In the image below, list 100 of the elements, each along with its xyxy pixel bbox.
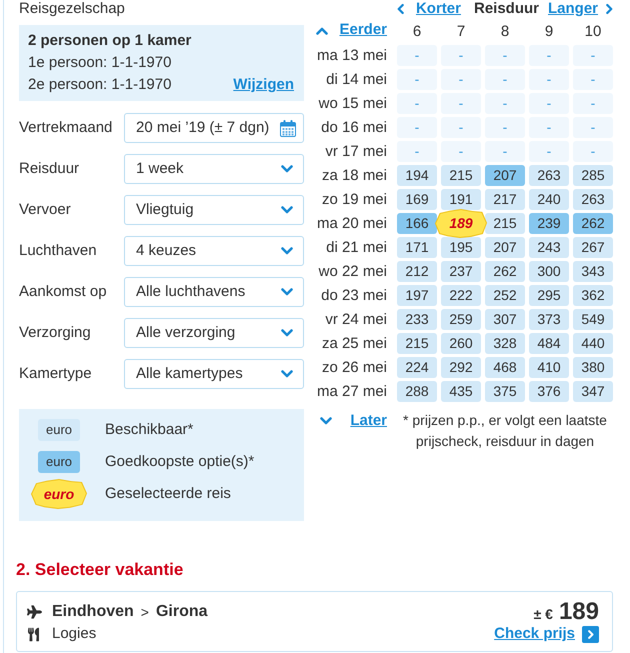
field-label: Vertrekmaand — [19, 118, 114, 138]
price-cell[interactable]: 288 — [397, 381, 437, 402]
origin-city: Eindhoven — [52, 602, 134, 622]
date-label: za 18 mei — [322, 166, 387, 186]
price-cell[interactable]: 380 — [573, 357, 613, 378]
longer-duration-link[interactable]: Langer — [548, 0, 598, 18]
price-cell[interactable]: 259 — [441, 309, 481, 330]
price-cell[interactable]: 191 — [441, 189, 481, 210]
date-label: di 14 mei — [326, 70, 387, 90]
dropdown-field[interactable]: 4 keuzes — [124, 236, 304, 266]
price-cell[interactable]: 212 — [397, 261, 437, 282]
legend-label: Geselecteerde reis — [105, 484, 231, 504]
chevron-up-icon[interactable] — [316, 27, 328, 35]
chevron-right-icon — [588, 630, 594, 638]
chevron-down-icon — [281, 288, 293, 296]
duration-title: Reisduur — [474, 0, 539, 18]
price-cell[interactable]: 171 — [397, 237, 437, 258]
price-cell[interactable]: 292 — [441, 357, 481, 378]
price-cell[interactable]: 263 — [529, 165, 569, 186]
price-cell[interactable]: 215 — [397, 333, 437, 354]
price-cell[interactable]: 484 — [529, 333, 569, 354]
selected-price-badge[interactable]: 189 — [435, 209, 487, 238]
shorter-duration-link[interactable]: Korter — [416, 0, 461, 18]
date-field[interactable]: 20 mei ’19 (± 7 dgn) — [124, 113, 304, 143]
price-cell[interactable]: 328 — [485, 333, 525, 354]
price-cell[interactable]: 166 — [397, 213, 437, 234]
column-header: 6 — [412, 23, 422, 41]
price-cell[interactable]: 237 — [441, 261, 481, 282]
legend-label: Goedkoopste optie(s)* — [105, 452, 254, 472]
price-cell[interactable]: 217 — [485, 189, 525, 210]
price-cell[interactable]: 300 — [529, 261, 569, 282]
chevron-down-icon — [281, 370, 293, 378]
price-cell[interactable]: 285 — [573, 165, 613, 186]
price-cell[interactable]: 262 — [485, 261, 525, 282]
price-cell[interactable]: 343 — [573, 261, 613, 282]
destination-city: Girona — [156, 602, 208, 622]
chevron-down-icon[interactable] — [320, 416, 332, 424]
price-cell[interactable]: 197 — [397, 285, 437, 306]
price-prefix: ± € — [534, 605, 553, 624]
price-cell[interactable]: 435 — [441, 381, 481, 402]
chevron-down-icon — [281, 329, 293, 337]
price-cell[interactable]: 347 — [573, 381, 613, 402]
price-cell[interactable]: 215 — [485, 213, 525, 234]
price-cell[interactable]: 440 — [573, 333, 613, 354]
chevron-down-icon — [281, 247, 293, 255]
price-cell[interactable]: 468 — [485, 357, 525, 378]
field-label: Aankomst op — [19, 282, 108, 302]
date-label: vr 24 mei — [325, 310, 387, 330]
chevron-right-icon[interactable] — [606, 3, 613, 15]
later-dates-link[interactable]: Later — [350, 412, 387, 430]
date-label: do 16 mei — [321, 118, 387, 138]
dropdown-field[interactable]: 1 week — [124, 154, 304, 184]
price-cell[interactable]: 362 — [573, 285, 613, 306]
dropdown-field[interactable]: Vliegtuig — [124, 195, 304, 225]
check-price-link[interactable]: Check prijs — [494, 622, 575, 646]
dropdown-field[interactable]: Alle verzorging — [124, 318, 304, 348]
price-cell[interactable]: 373 — [529, 309, 569, 330]
price-cell[interactable]: 262 — [573, 213, 613, 234]
price-cell[interactable]: 224 — [397, 357, 437, 378]
price-cell[interactable]: 195 — [441, 237, 481, 258]
price-tag-sample: euro — [38, 419, 80, 441]
date-label: di 21 mei — [326, 238, 387, 258]
section-label: Reisgezelschap — [19, 0, 126, 18]
dropdown-field[interactable]: Alle kamertypes — [124, 359, 304, 389]
price-cell[interactable]: 169 — [397, 189, 437, 210]
chevron-left-icon[interactable] — [397, 3, 404, 15]
date-label: ma 27 mei — [316, 382, 387, 402]
price-cell[interactable]: 233 — [397, 309, 437, 330]
price-cell[interactable]: 243 — [529, 237, 569, 258]
price-cell[interactable]: 410 — [529, 357, 569, 378]
board-type: Logies — [52, 624, 96, 644]
price-cell[interactable]: 549 — [573, 309, 613, 330]
price-cell[interactable]: 239 — [529, 213, 569, 234]
price-cell[interactable]: 295 — [529, 285, 569, 306]
date-label: ma 20 mei — [316, 214, 387, 234]
field-label: Vervoer — [19, 200, 72, 220]
section-heading: 2. Selecteer vakantie — [16, 560, 184, 580]
field-label: Reisduur — [19, 158, 80, 179]
price-cell[interactable]: 263 — [573, 189, 613, 210]
footnote: * prijzen p.p., er volgt een laatste prijscheck, reisduur in dagen — [402, 411, 608, 451]
price-cell[interactable]: 267 — [573, 237, 613, 258]
dropdown-field[interactable]: Alle luchthavens — [124, 277, 304, 307]
price-cell[interactable]: 252 — [485, 285, 525, 306]
earlier-dates-link[interactable]: Eerder — [339, 21, 387, 39]
price-cell[interactable]: 222 — [441, 285, 481, 306]
date-label: za 25 mei — [322, 334, 387, 354]
price-cell[interactable]: 307 — [485, 309, 525, 330]
price-cell[interactable]: 207 — [485, 165, 525, 186]
price-cell[interactable]: 260 — [441, 333, 481, 354]
price-cell[interactable]: 375 — [485, 381, 525, 402]
column-header: 10 — [584, 23, 602, 41]
arrow-button[interactable] — [582, 626, 599, 642]
price-cell[interactable]: 207 — [485, 237, 525, 258]
date-label: zo 26 mei — [322, 358, 387, 378]
price-cell[interactable]: 215 — [441, 165, 481, 186]
price-cell[interactable]: 376 — [529, 381, 569, 402]
calendar-icon — [280, 120, 296, 136]
date-label: zo 19 mei — [322, 190, 387, 210]
price-cell[interactable]: 194 — [397, 165, 437, 186]
price-cell[interactable]: 240 — [529, 189, 569, 210]
